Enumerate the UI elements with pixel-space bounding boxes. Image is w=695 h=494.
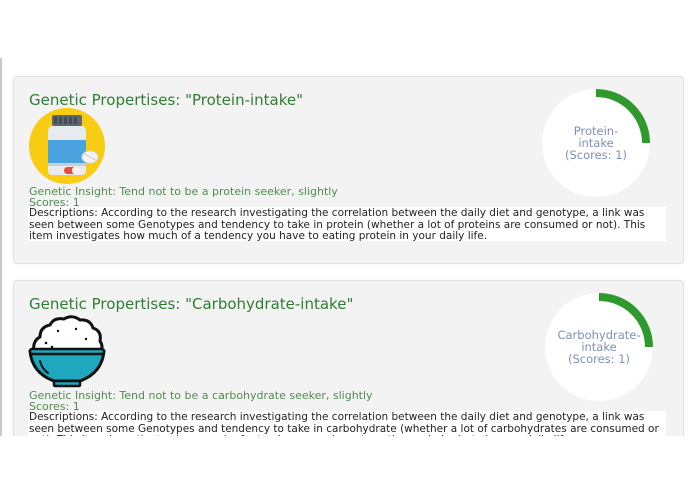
scroll-viewport[interactable]: Genetic Propertises: "Protein-intake" Ge… — [0, 58, 695, 436]
carbohydrate-score-gauge: Carbohydrate- intake (Scores: 1) — [543, 291, 655, 403]
rice-bowl-icon — [28, 311, 106, 389]
carbohydrate-intake-card: Genetic Propertises: "Carbohydrate-intak… — [13, 280, 684, 436]
description-text: Descriptions: According to the research … — [28, 411, 666, 436]
protein-score-gauge: Protein- intake (Scores: 1) — [540, 87, 652, 199]
genetic-insight: Genetic Insight: Tend not to be a carboh… — [29, 389, 373, 402]
protein-intake-card: Genetic Propertises: "Protein-intake" Ge… — [13, 76, 684, 264]
protein-bottle-icon — [28, 107, 106, 185]
description-text: Descriptions: According to the research … — [28, 207, 666, 242]
